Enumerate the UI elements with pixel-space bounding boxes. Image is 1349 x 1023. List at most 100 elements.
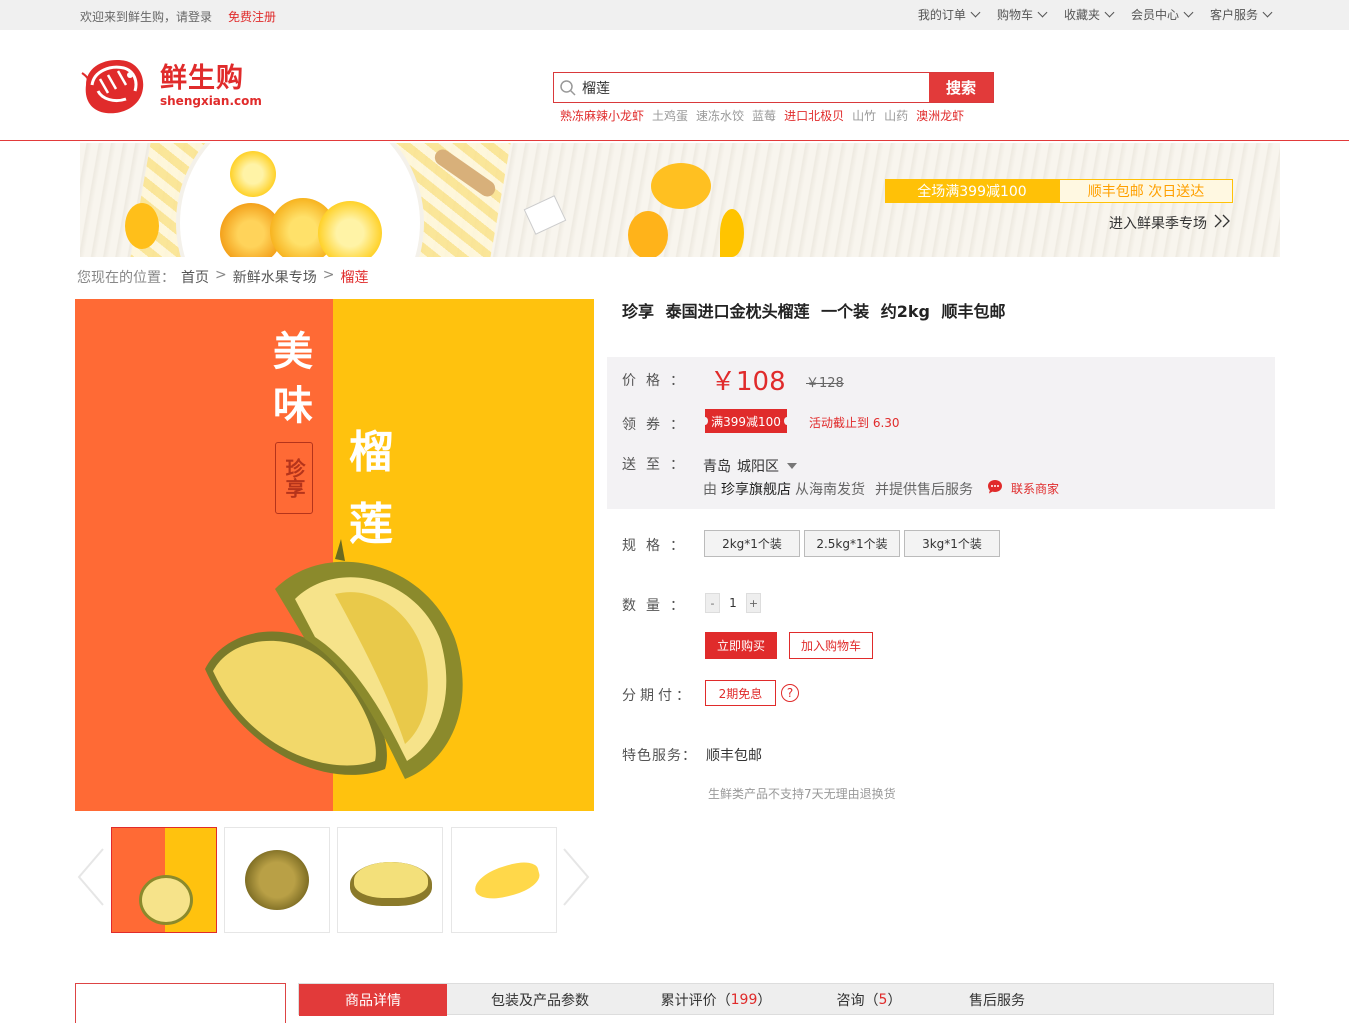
service-value: 顺丰包邮 <box>706 748 762 764</box>
top-nav-member[interactable]: 会员中心 <box>1130 6 1194 23</box>
lemon-slice-icon <box>318 201 382 257</box>
tab-parameters[interactable]: 包装及产品参数 <box>447 984 633 1016</box>
quantity-plus-button[interactable]: + <box>746 593 761 613</box>
breadcrumb: 您现在的位置： 首页 > 新鲜水果专场 > 榴莲 <box>77 267 368 287</box>
top-nav-cart[interactable]: 购物车 <box>997 6 1048 23</box>
shipping-info: 由 珍享旗舰店 从海南发货 并提供售后服务 <box>703 479 973 499</box>
top-nav-favorites[interactable]: 收藏夹 <box>1063 6 1115 23</box>
register-link[interactable]: 免费注册 <box>228 8 276 25</box>
hot-keyword[interactable]: 山竹 <box>852 107 876 124</box>
top-nav-service[interactable]: 客户服务 <box>1209 6 1273 23</box>
tab-label: 累计评价 <box>660 993 717 1009</box>
top-nav-label: 会员中心 <box>1130 8 1179 22</box>
breadcrumb-prefix: 您现在的位置： <box>77 270 175 286</box>
caret-down-icon <box>787 463 797 469</box>
breadcrumb-sep: > <box>322 267 335 283</box>
breadcrumb-category[interactable]: 新鲜水果专场 <box>233 267 317 287</box>
chevron-down-icon <box>970 7 981 18</box>
hot-keyword[interactable]: 熟冻麻辣小龙虾 <box>560 107 644 124</box>
main-image-seal: 珍享 <box>275 442 313 514</box>
tab-reviews[interactable]: 累计评价（199） <box>633 984 799 1016</box>
thumbnail-1[interactable] <box>111 827 217 933</box>
tomato-icon <box>628 211 668 257</box>
hot-keywords: 熟冻麻辣小龙虾 土鸡蛋 速冻水饺 蓝莓 进口北极贝 山竹 山药 澳洲龙虾 <box>560 107 964 124</box>
chevron-down-icon <box>1037 7 1048 18</box>
hot-keyword[interactable]: 进口北极贝 <box>784 107 844 124</box>
product-main-image: 美味 珍享 榴莲 <box>75 299 594 811</box>
coupon-ticket[interactable]: 满399减100 <box>702 409 790 433</box>
original-price: ￥128 <box>806 376 844 391</box>
current-price: ￥108 <box>710 367 786 397</box>
product-title: 珍享 泰国进口金枕头榴莲 一个装 约2kg 顺丰包邮 <box>622 302 1006 321</box>
promo-banner[interactable]: 全场满399减100 顺丰包邮 次日送达 进入鲜果季专场 <box>80 143 1280 257</box>
tab-details[interactable]: 商品详情 <box>299 984 447 1016</box>
after-sale-text: 并提供售后服务 <box>875 482 973 498</box>
hot-keyword[interactable]: 澳洲龙虾 <box>916 107 964 124</box>
thumb-durian-icon <box>142 878 190 922</box>
spec-option[interactable]: 2kg*1个装 <box>704 530 800 557</box>
top-nav-label: 客户服务 <box>1209 8 1258 22</box>
contact-seller-link[interactable]: 联系商家 <box>987 479 1059 498</box>
thumbnail-3[interactable] <box>337 827 443 933</box>
installment-option[interactable]: 2期免息 <box>705 680 776 706</box>
service-label: 特色服务： <box>622 748 697 764</box>
quantity-stepper: - 1 + <box>705 593 761 613</box>
tomato-icon <box>651 163 711 209</box>
sidebar-box <box>75 983 286 1023</box>
chat-bubble-icon <box>987 479 1003 498</box>
thumbnail-2[interactable] <box>224 827 330 933</box>
top-nav-label: 收藏夹 <box>1063 8 1100 22</box>
promo-discount-tag: 全场满399减100 <box>885 179 1059 203</box>
chevron-down-icon <box>1262 7 1273 18</box>
logo-en: shengxian.com <box>160 94 262 108</box>
prev-arrow-icon[interactable] <box>75 847 105 907</box>
search-input[interactable] <box>582 73 929 102</box>
detail-tabs: 商品详情 包装及产品参数 累计评价（199） 咨询（5） 售后服务 <box>298 983 1274 1016</box>
durian-icon <box>205 539 463 779</box>
ship-to-label: 送至： <box>622 457 694 473</box>
tab-count: 199 <box>730 992 758 1008</box>
site-logo[interactable]: 鲜生购 shengxian.com <box>78 55 262 117</box>
hot-keyword[interactable]: 土鸡蛋 <box>652 107 688 124</box>
add-to-cart-button[interactable]: 加入购物车 <box>789 632 873 659</box>
spec-option[interactable]: 3kg*1个装 <box>904 530 1000 557</box>
enter-special-label: 进入鲜果季专场 <box>1109 216 1207 232</box>
store-link[interactable]: 珍享旗舰店 <box>721 479 791 499</box>
ship-from-text: 由 <box>703 482 717 498</box>
logo-cn: 鲜生购 <box>160 63 244 94</box>
breadcrumb-current: 榴莲 <box>340 270 369 286</box>
chevron-down-icon <box>1104 7 1115 18</box>
breadcrumb-sep: > <box>215 267 227 283</box>
top-nav-orders[interactable]: 我的订单 <box>918 6 981 23</box>
search-button[interactable]: 搜索 <box>929 73 993 102</box>
quantity-minus-button[interactable]: - <box>705 593 720 613</box>
hot-keyword[interactable]: 速冻水饺 <box>696 107 744 124</box>
help-icon[interactable]: ? <box>781 684 799 702</box>
tab-after-sale[interactable]: 售后服务 <box>939 984 1055 1016</box>
coupon-label: 领券： <box>622 417 694 433</box>
quantity-value[interactable]: 1 <box>723 593 743 613</box>
coupon-deadline: 活动截止到 6.30 <box>809 416 900 430</box>
next-arrow-icon[interactable] <box>562 847 592 907</box>
site-header: 鲜生购 shengxian.com 搜索 熟冻麻辣小龙虾 土鸡蛋 速冻水饺 蓝莓… <box>0 30 1349 141</box>
tab-consult[interactable]: 咨询（5） <box>799 984 939 1016</box>
hot-keyword[interactable]: 山药 <box>884 107 908 124</box>
breadcrumb-home[interactable]: 首页 <box>181 267 209 287</box>
buy-now-button[interactable]: 立即购买 <box>705 632 777 659</box>
ship-origin: 从海南发货 <box>795 482 865 498</box>
tab-label: 售后服务 <box>969 993 1025 1009</box>
installment-label: 分期付： <box>622 688 694 704</box>
spec-option[interactable]: 2.5kg*1个装 <box>804 530 900 557</box>
contact-seller-label: 联系商家 <box>1011 482 1060 496</box>
thumb-open-durian-icon <box>354 862 428 898</box>
enter-special-link[interactable]: 进入鲜果季专场 <box>1109 213 1233 233</box>
top-nav: 我的订单 购物车 收藏夹 会员中心 客户服务 <box>918 6 1273 23</box>
welcome-text[interactable]: 欢迎来到鲜生购，请登录 <box>80 8 212 25</box>
quantity-label: 数量： <box>622 598 694 614</box>
hot-keyword[interactable]: 蓝莓 <box>752 107 776 124</box>
region-selector[interactable]: 青岛 城阳区 <box>703 456 797 476</box>
logo-text: 鲜生购 shengxian.com <box>160 63 262 109</box>
search-icon <box>554 73 582 102</box>
spec-label: 规格： <box>622 538 694 554</box>
thumbnail-4[interactable] <box>451 827 557 933</box>
